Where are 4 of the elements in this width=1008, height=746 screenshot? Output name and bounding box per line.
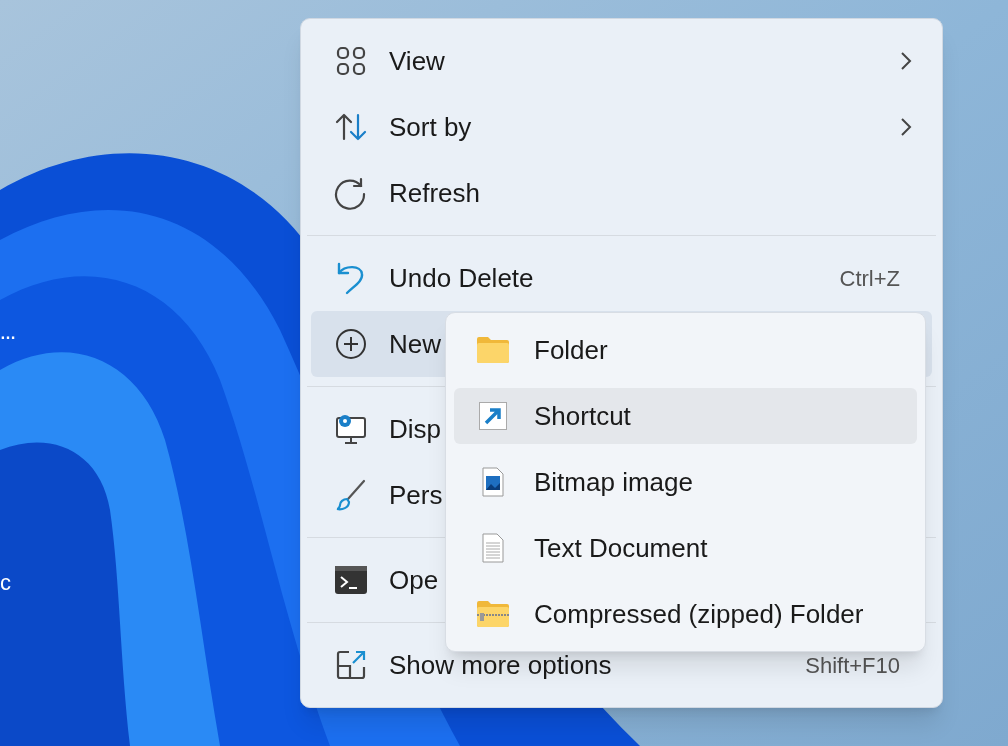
shortcut-text: Shift+F10 <box>805 651 900 680</box>
desktop-icon-label: … <box>0 324 16 344</box>
shortcut-text: Ctrl+Z <box>839 264 900 293</box>
desktop-icon-label: c <box>0 569 11 597</box>
